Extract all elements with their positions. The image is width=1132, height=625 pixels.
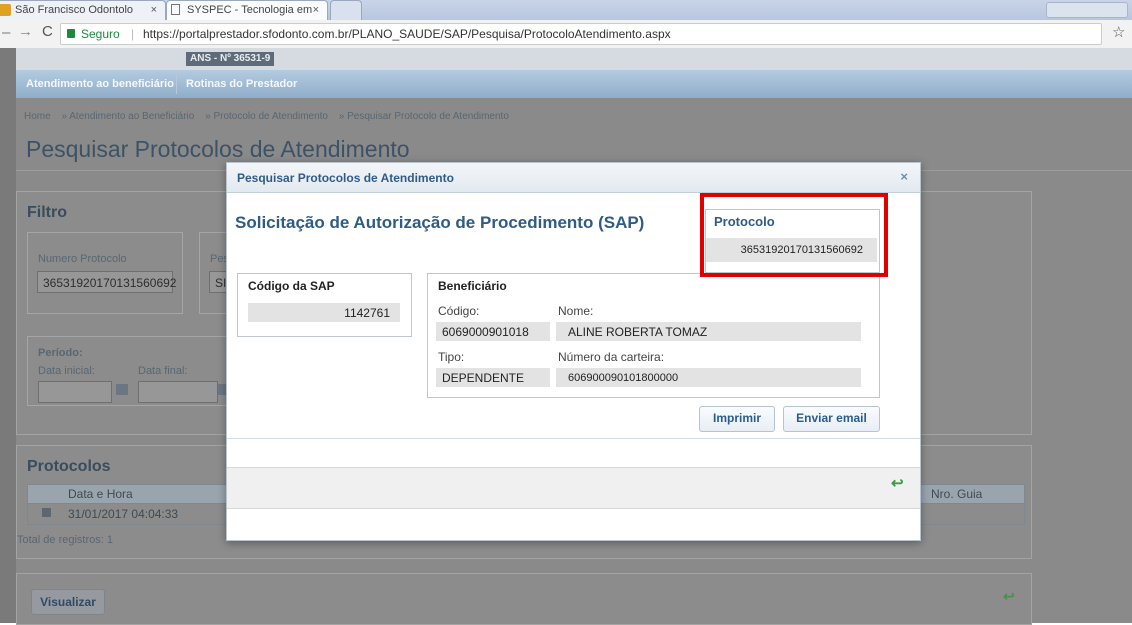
modal-close-icon[interactable]: × <box>900 169 908 184</box>
window-controls[interactable] <box>1046 2 1128 18</box>
page-title: Pesquisar Protocolos de Atendimento <box>26 136 410 162</box>
modal-divider <box>227 438 920 439</box>
periodo-group: Período: Data inicial: Data final: <box>27 336 229 406</box>
refresh-icon[interactable]: ↩ <box>891 474 904 492</box>
secure-label: Seguro <box>81 27 120 41</box>
site-header: ANS - Nº 36531-9 <box>16 48 1132 70</box>
browser-tab-2[interactable]: SYSPEC - Tecnologia em × <box>166 0 328 20</box>
page-icon <box>171 4 180 15</box>
browser-tab-strip: São Francisco Odontolo × SYSPEC - Tecnol… <box>0 0 1132 20</box>
data-inicial-label: Data inicial: <box>38 365 95 377</box>
lock-icon <box>67 29 75 38</box>
beneficiario-box: Beneficiário Código: Nome: 6069000901018… <box>427 273 880 398</box>
periodo-label: Período: <box>38 347 83 359</box>
visualizar-button[interactable]: Visualizar <box>31 589 105 615</box>
codigo-sap-label: Código da SAP <box>248 279 335 293</box>
tipo-label: Tipo: <box>438 350 465 364</box>
numero-protocolo-group: Numero Protocolo 36531920170131560692 <box>27 232 183 314</box>
filtro-title: Filtro <box>27 204 67 221</box>
col-data-hora: Data e Hora <box>68 487 133 501</box>
imprimir-button[interactable]: Imprimir <box>699 406 775 432</box>
data-inicial-input[interactable] <box>38 381 112 403</box>
codigo-label: Código: <box>438 304 480 318</box>
codigo-sap-box: Código da SAP 1142761 <box>237 273 412 337</box>
breadcrumb-atendimento[interactable]: » Atendimento ao Beneficiário <box>61 111 194 122</box>
nome-value: ALINE ROBERTA TOMAZ <box>556 322 861 341</box>
calendar-icon[interactable] <box>218 384 226 395</box>
browser-tab-1[interactable]: São Francisco Odontolo × <box>0 0 166 20</box>
codigo-value: 6069000901018 <box>436 322 550 341</box>
address-divider: | <box>131 27 135 41</box>
carteira-label: Número da carteira: <box>558 350 665 364</box>
back-icon[interactable]: – <box>2 24 10 41</box>
highlight-annotation <box>700 193 888 277</box>
main-nav: Atendimento ao beneficiário Rotinas do P… <box>16 70 1132 98</box>
modal-title-bar: Pesquisar Protocolos de Atendimento × <box>227 163 920 193</box>
nav-rotinas[interactable]: Rotinas do Prestador <box>186 70 297 98</box>
enviar-email-button[interactable]: Enviar email <box>783 406 880 432</box>
data-final-label: Data final: <box>138 365 188 377</box>
sap-heading: Solicitação de Autorização de Procedimen… <box>235 213 645 232</box>
tab-close-icon[interactable]: × <box>313 1 319 20</box>
nome-label: Nome: <box>558 304 594 318</box>
tab-title: São Francisco Odontolo <box>15 4 134 16</box>
ans-badge: ANS - Nº 36531-9 <box>186 52 275 66</box>
forward-icon[interactable]: → <box>18 23 33 40</box>
data-final-input[interactable] <box>138 381 218 403</box>
tab-title: SYSPEC - Tecnologia em <box>187 4 313 16</box>
breadcrumb-protocolo[interactable]: » Protocolo de Atendimento <box>205 111 328 122</box>
modal-footer-bar: ↩ <box>227 467 920 509</box>
col-nro-guia: Nro. Guia <box>931 487 983 501</box>
modal-title: Pesquisar Protocolos de Atendimento <box>237 171 454 185</box>
row-checkbox[interactable] <box>42 508 51 517</box>
numero-protocolo-input[interactable]: 36531920170131560692 <box>37 271 176 293</box>
browser-toolbar: – → C Seguro | https://portalprestador.s… <box>0 20 1132 49</box>
reload-icon[interactable]: C <box>42 23 53 40</box>
refresh-icon[interactable]: ↩ <box>1003 588 1015 605</box>
breadcrumb-home[interactable]: Home <box>24 111 51 122</box>
tab-close-icon[interactable]: × <box>151 1 157 20</box>
breadcrumb-pesquisar: » Pesquisar Protocolo de Atendimento <box>338 111 509 122</box>
acoes-panel: Visualizar ↩ <box>16 573 1032 625</box>
nav-atendimento[interactable]: Atendimento ao beneficiário <box>26 70 174 98</box>
tipo-value: DEPENDENTE <box>436 368 550 387</box>
total-registros: Total de registros: 1 <box>17 534 113 546</box>
calendar-icon[interactable] <box>116 384 128 395</box>
nav-divider <box>176 74 177 94</box>
codigo-sap-value: 1142761 <box>248 303 400 322</box>
address-bar[interactable]: Seguro | https://portalprestador.sfodont… <box>60 23 1102 45</box>
new-tab-button[interactable] <box>330 0 362 20</box>
carteira-value: 606900090101800000 <box>556 368 861 387</box>
breadcrumb: Home » Atendimento ao Beneficiário » Pro… <box>24 111 509 122</box>
numero-protocolo-label: Numero Protocolo <box>38 253 127 265</box>
url-text: https://portalprestador.sfodonto.com.br/… <box>143 27 671 41</box>
favicon-icon <box>0 4 11 16</box>
row-data-hora: 31/01/2017 04:04:33 <box>68 507 179 521</box>
beneficiario-label: Beneficiário <box>438 279 507 293</box>
bookmark-star-icon[interactable]: ☆ <box>1112 23 1125 41</box>
protocolos-title: Protocolos <box>27 458 111 475</box>
